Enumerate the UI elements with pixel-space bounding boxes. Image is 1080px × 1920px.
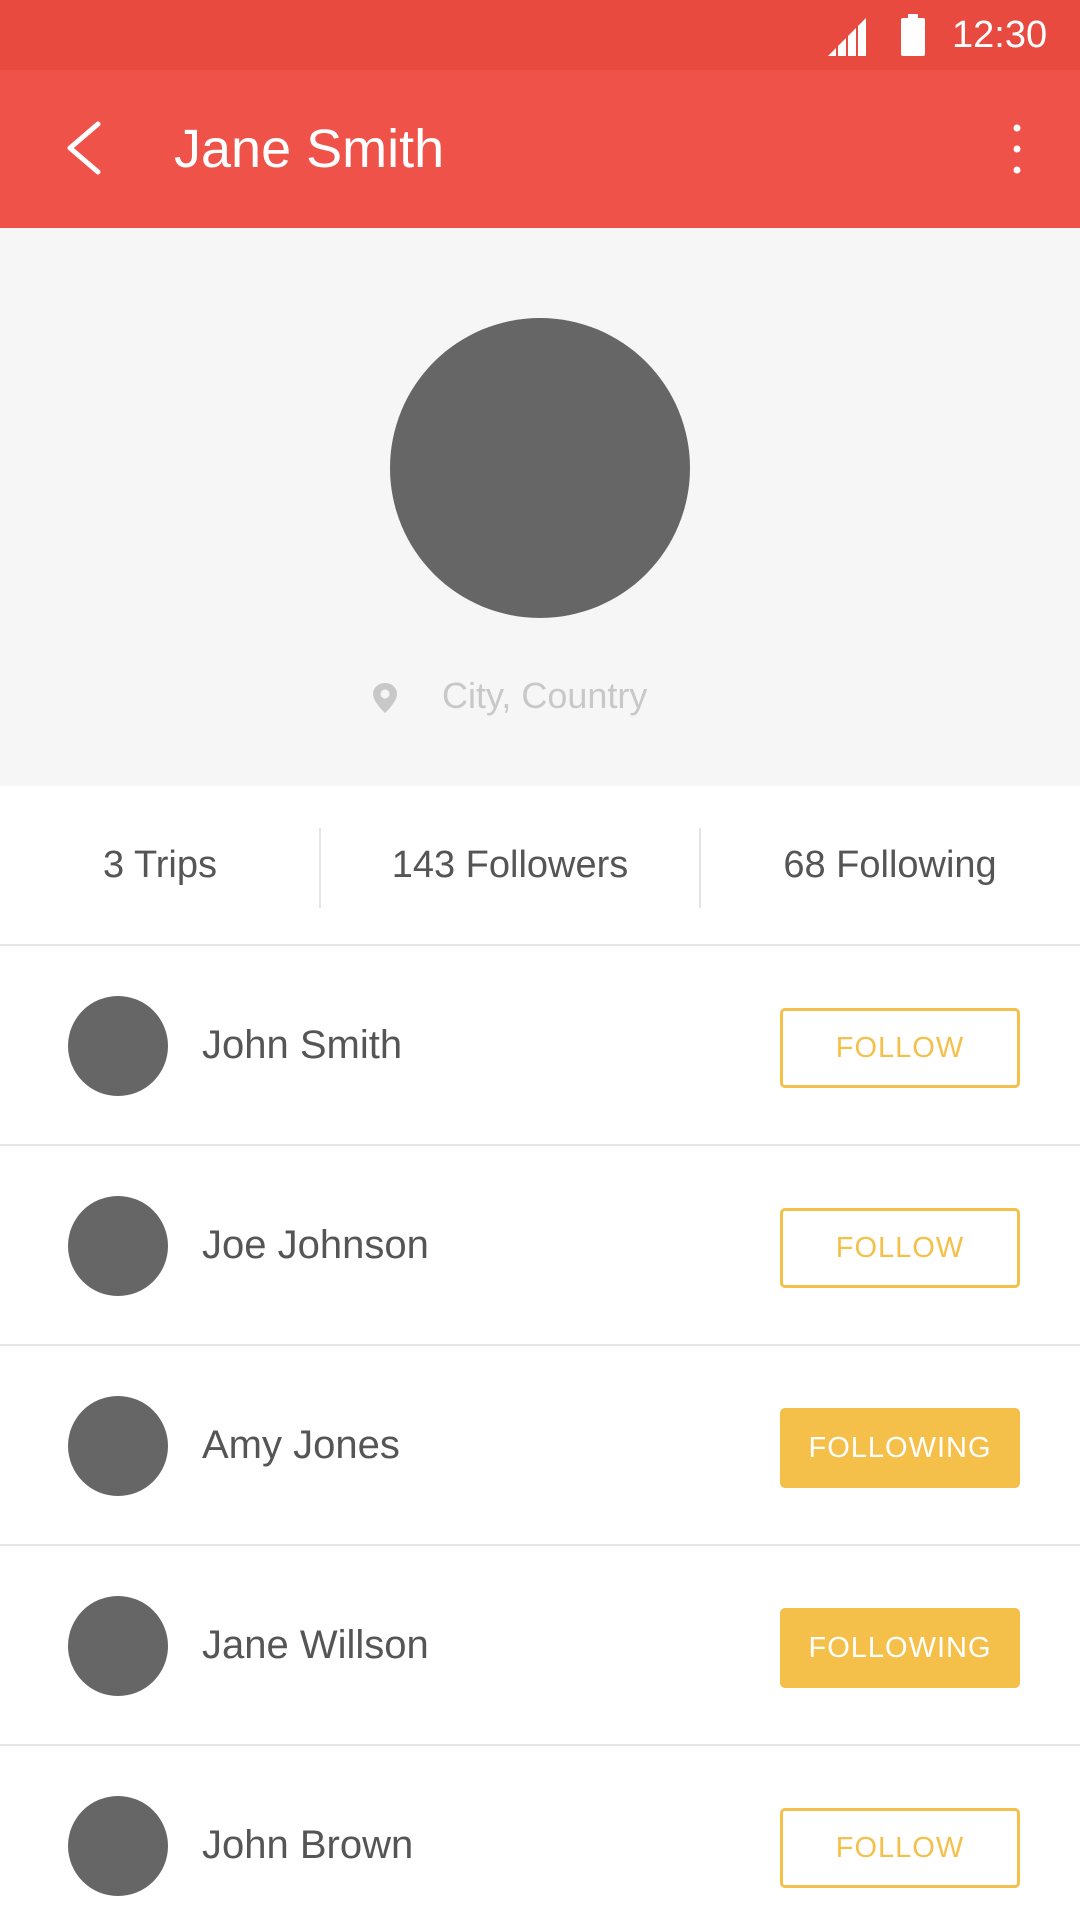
following-button[interactable]: FOLLOWING bbox=[780, 1408, 1020, 1488]
avatar[interactable] bbox=[68, 1796, 168, 1896]
user-name: Jane Willson bbox=[202, 1623, 429, 1667]
user-name: John Smith bbox=[202, 1023, 403, 1067]
follow-button[interactable]: FOLLOW bbox=[780, 1208, 1020, 1288]
more-options-button[interactable] bbox=[992, 116, 1042, 182]
battery-icon bbox=[901, 14, 925, 56]
more-vertical-icon bbox=[1013, 124, 1021, 174]
follow-button[interactable]: FOLLOW bbox=[780, 1808, 1020, 1888]
following-button[interactable]: FOLLOWING bbox=[780, 1608, 1020, 1688]
user-name: Joe Johnson bbox=[202, 1223, 429, 1267]
page-title: Jane Smith bbox=[174, 119, 445, 179]
location-text: City, Country bbox=[442, 675, 648, 716]
avatar[interactable] bbox=[68, 1196, 168, 1296]
list-item[interactable]: John Brown FOLLOW bbox=[0, 1746, 1080, 1920]
signal-icon bbox=[828, 18, 866, 56]
profile-location: City, Country bbox=[0, 672, 1080, 722]
list-item[interactable]: Joe Johnson FOLLOW bbox=[0, 1146, 1080, 1346]
profile-avatar[interactable] bbox=[390, 318, 690, 618]
list-item[interactable]: Jane Willson FOLLOWING bbox=[0, 1546, 1080, 1746]
stat-followers[interactable]: 143 Followers bbox=[320, 786, 700, 944]
user-name: John Brown bbox=[202, 1823, 414, 1867]
list-item[interactable]: John Smith FOLLOW bbox=[0, 946, 1080, 1146]
chevron-left-icon bbox=[67, 121, 101, 175]
back-button[interactable] bbox=[54, 110, 130, 186]
avatar[interactable] bbox=[68, 996, 168, 1096]
follow-button[interactable]: FOLLOW bbox=[780, 1008, 1020, 1088]
user-list: John Smith FOLLOW Joe Johnson FOLLOW Amy… bbox=[0, 946, 1080, 1920]
stat-trips[interactable]: 3 Trips bbox=[0, 786, 320, 944]
status-bar: 12:30 bbox=[0, 0, 1080, 70]
avatar[interactable] bbox=[68, 1596, 168, 1696]
user-name: Amy Jones bbox=[202, 1423, 400, 1467]
avatar[interactable] bbox=[68, 1396, 168, 1496]
profile-stats: 3 Trips 143 Followers 68 Following bbox=[0, 786, 1080, 946]
stat-following[interactable]: 68 Following bbox=[700, 786, 1080, 944]
location-pin-icon bbox=[373, 683, 397, 713]
app-bar: Jane Smith bbox=[0, 70, 1080, 228]
list-item[interactable]: Amy Jones FOLLOWING bbox=[0, 1346, 1080, 1546]
profile-header: City, Country bbox=[0, 228, 1080, 786]
status-time: 12:30 bbox=[952, 14, 1048, 56]
